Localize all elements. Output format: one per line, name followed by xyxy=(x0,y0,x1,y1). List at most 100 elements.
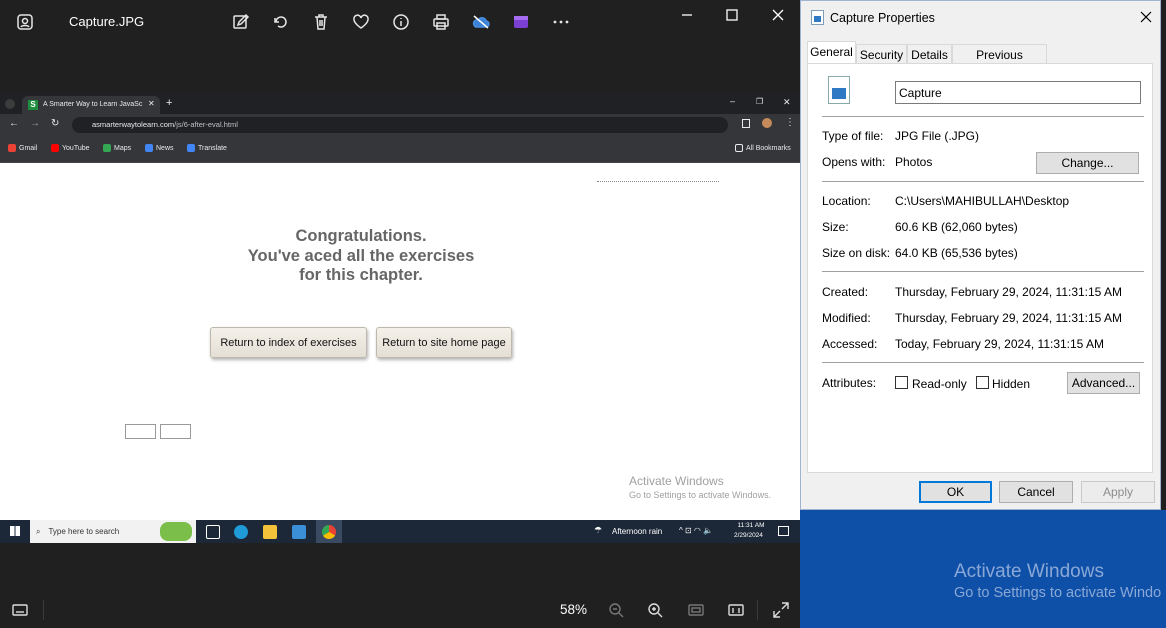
edit-icon[interactable] xyxy=(231,12,251,32)
divider xyxy=(757,600,758,620)
tab-general[interactable]: General xyxy=(807,41,856,64)
weather-icon: ☂ xyxy=(594,525,603,535)
size-label: Size: xyxy=(822,220,849,234)
delete-icon[interactable] xyxy=(311,12,331,32)
bookmark-translate: Translate xyxy=(187,144,227,152)
favorite-icon[interactable] xyxy=(351,12,371,32)
tab-title: A Smarter Way to Learn JavaSc xyxy=(43,101,143,108)
weather-text: Afternoon rain xyxy=(612,527,663,536)
advanced-button[interactable]: Advanced... xyxy=(1067,372,1140,394)
tab-details[interactable]: Details xyxy=(907,44,952,63)
type-label: Type of file: xyxy=(822,129,884,143)
tab-search-icon xyxy=(5,99,15,109)
congrats-line-1: Congratulations. xyxy=(295,227,427,245)
file-name-field[interactable]: Capture xyxy=(895,81,1141,104)
new-tab-icon: + xyxy=(166,97,173,109)
congrats-message: Congratulations. You've aced all the exe… xyxy=(200,227,522,286)
created-value: Thursday, February 29, 2024, 11:31:15 AM xyxy=(895,285,1123,299)
return-index-button: Return to index of exercises xyxy=(210,327,367,358)
desktop-background: Activate Windows Go to Settings to activ… xyxy=(800,510,1166,628)
readonly-label[interactable]: Read-only xyxy=(912,377,967,391)
chrome-tab-strip: S A Smarter Way to Learn JavaSc ✕ + – ❐ … xyxy=(0,94,800,114)
bookmark-gmail: Gmail xyxy=(8,144,37,152)
accessed-label: Accessed: xyxy=(822,337,878,351)
chrome-icon xyxy=(322,525,336,539)
type-value: JPG File (.JPG) xyxy=(895,129,980,143)
chrome-restore-icon: ❐ xyxy=(756,97,764,106)
minimize-icon[interactable] xyxy=(675,6,699,24)
bookmarks-bar: Gmail YouTube Maps News Translate All Bo… xyxy=(0,136,800,163)
onedrive-icon[interactable] xyxy=(471,12,491,32)
dotted-line xyxy=(597,181,719,182)
separator xyxy=(822,271,1144,272)
size-on-disk-value: 64.0 KB (65,536 bytes) xyxy=(895,246,1018,260)
modified-label: Modified: xyxy=(822,311,871,325)
rotate-icon[interactable] xyxy=(271,12,291,32)
url-domain: asmarterwaytolearn.com xyxy=(92,120,175,129)
maximize-icon[interactable] xyxy=(720,6,744,24)
tab-security[interactable]: Security xyxy=(856,44,907,63)
modified-value: Thursday, February 29, 2024, 11:31:15 AM xyxy=(895,311,1123,325)
clipchamp-icon[interactable] xyxy=(511,12,531,32)
bookmark-maps: Maps xyxy=(103,144,131,152)
photos-window: Capture.JPG S A Smarter Way to Learn Jav… xyxy=(0,0,800,628)
location-value: C:\Users\MAHIBULLAH\Desktop xyxy=(895,194,1070,208)
cancel-button[interactable]: Cancel xyxy=(999,481,1073,503)
actual-size-icon[interactable] xyxy=(727,601,745,619)
tray-icons: ^ ⊡ ◠ 🔈 xyxy=(679,526,714,535)
web-page: Congratulations. You've aced all the exe… xyxy=(0,163,800,520)
photos-title: Capture.JPG xyxy=(69,14,145,29)
tab-previous-versions[interactable]: Previous Versions xyxy=(952,44,1047,76)
change-button[interactable]: Change... xyxy=(1036,152,1139,174)
separator xyxy=(822,116,1144,117)
separator xyxy=(822,181,1144,182)
taskbar-search: ⌕ Type here to search xyxy=(30,520,196,543)
activate-windows-watermark-small: Activate Windows Go to Settings to activ… xyxy=(629,474,772,500)
chrome-toolbar: ← → ↻ asmarterwaytolearn.com/js/6-after-… xyxy=(0,114,800,136)
reload-icon: ↻ xyxy=(51,118,60,129)
properties-dialog: Capture Properties General Security Deta… xyxy=(800,0,1161,510)
more-icon[interactable] xyxy=(551,12,571,32)
back-icon: ← xyxy=(9,118,19,129)
file-explorer-icon xyxy=(263,525,277,539)
readonly-checkbox[interactable] xyxy=(895,376,908,389)
bookmark-news: News xyxy=(145,144,174,152)
all-bookmarks: All Bookmarks xyxy=(735,144,791,152)
photos-titlebar: Capture.JPG xyxy=(0,0,800,44)
apply-button: Apply xyxy=(1081,481,1155,503)
opens-with-label: Opens with: xyxy=(822,155,886,169)
zoom-in-icon[interactable] xyxy=(646,601,664,619)
close-icon[interactable] xyxy=(766,6,790,24)
print-icon[interactable] xyxy=(431,12,451,32)
general-panel: Capture Type of file: JPG File (.JPG) Op… xyxy=(807,63,1153,473)
created-label: Created: xyxy=(822,285,869,299)
hidden-checkbox[interactable] xyxy=(976,376,989,389)
mail-icon xyxy=(292,525,306,539)
site-favicon: S xyxy=(28,100,38,110)
separator xyxy=(822,362,1144,363)
profile-avatar xyxy=(762,118,772,128)
side-panel-icon xyxy=(742,119,750,128)
congrats-line-3: for this chapter. xyxy=(299,266,423,284)
file-icon xyxy=(811,10,824,25)
full-screen-icon[interactable] xyxy=(772,601,790,619)
activate-windows-watermark: Activate Windows Go to Settings to activ… xyxy=(954,561,1162,601)
chrome-taskbar-active xyxy=(316,520,342,543)
hidden-label[interactable]: Hidden xyxy=(992,377,1030,391)
bookmark-youtube: YouTube xyxy=(51,144,90,152)
search-icon: ⌕ xyxy=(36,526,41,536)
start-icon xyxy=(10,526,20,536)
chrome-minimize-icon: – xyxy=(730,96,736,106)
fit-to-window-icon[interactable] xyxy=(687,601,705,619)
filmstrip-icon[interactable] xyxy=(11,601,29,619)
forward-icon: → xyxy=(30,118,40,129)
tab-close-icon: ✕ xyxy=(148,99,155,108)
photos-bottom-bar: 58% xyxy=(0,592,800,628)
screenshot-taskbar: ⌕ Type here to search ☂ Afternoon rain ^… xyxy=(0,520,800,543)
edge-icon xyxy=(234,525,248,539)
zoom-out-icon[interactable] xyxy=(607,601,625,619)
info-icon[interactable] xyxy=(391,12,411,32)
chrome-tab: S A Smarter Way to Learn JavaSc ✕ xyxy=(22,96,160,114)
ok-button[interactable]: OK xyxy=(919,481,992,503)
close-icon[interactable] xyxy=(1138,9,1154,25)
